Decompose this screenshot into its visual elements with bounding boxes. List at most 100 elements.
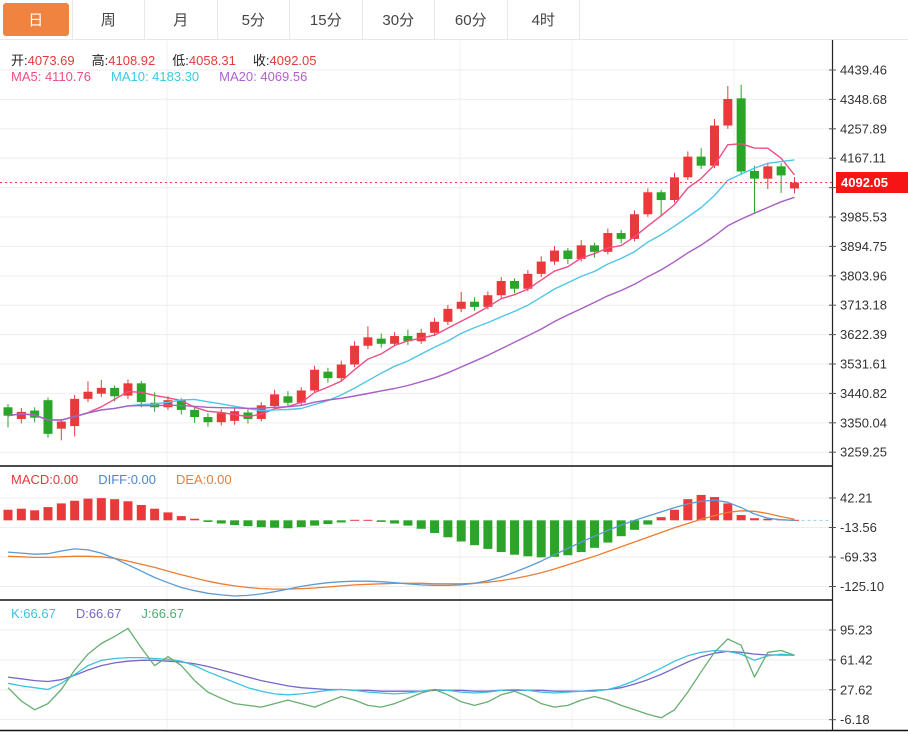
candle xyxy=(17,412,26,419)
candle xyxy=(283,396,292,402)
tab-5min[interactable]: 5分 xyxy=(218,0,291,39)
macd-bar xyxy=(270,520,279,527)
kdj-readout: K:66.67 D:66.67 J:66.67 xyxy=(11,606,204,621)
k-value: K:66.67 xyxy=(11,606,56,621)
macd-bar xyxy=(97,498,106,520)
candle xyxy=(643,192,652,214)
candle xyxy=(657,192,666,200)
candle xyxy=(457,302,466,309)
kdj-axis-label: 61.42 xyxy=(840,652,873,667)
timeframe-tabs: 日 周 月 5分 15分 30分 60分 4时 xyxy=(0,0,908,40)
close-label: 收: xyxy=(253,53,270,68)
macd-bar xyxy=(683,499,692,520)
price-axis-label: 4439.46 xyxy=(840,63,887,78)
macd-bar xyxy=(177,516,186,520)
macd-readout: MACD:0.00DIFF:0.00DEA:0.00 xyxy=(11,472,252,487)
tab-15min[interactable]: 15分 xyxy=(290,0,363,39)
price-axis-label: 4257.89 xyxy=(840,121,887,136)
macd-bar xyxy=(323,520,332,524)
candle xyxy=(97,388,106,394)
candle xyxy=(230,411,239,421)
j-line xyxy=(8,628,795,717)
macd-bar xyxy=(123,501,132,520)
macd-bar xyxy=(670,510,679,521)
macd-bar xyxy=(550,520,559,556)
price-axis-label: 3713.18 xyxy=(840,298,887,313)
macd-bar xyxy=(190,519,199,521)
macd-bar xyxy=(483,520,492,549)
candle xyxy=(190,410,199,417)
macd-bar xyxy=(697,495,706,520)
macd-axis-label: -69.33 xyxy=(840,550,877,565)
candle xyxy=(363,337,372,345)
k-line xyxy=(8,651,795,695)
candle xyxy=(670,177,679,200)
price-axis-label: 3440.82 xyxy=(840,386,887,401)
candle xyxy=(430,322,439,333)
candle xyxy=(777,166,786,175)
ma-readout: MA5: 4110.76MA10: 4183.30MA20: 4069.56 xyxy=(11,69,327,84)
candle xyxy=(737,98,746,171)
macd-bar xyxy=(230,520,239,525)
candle xyxy=(270,394,279,406)
macd-bar xyxy=(523,520,532,556)
candle xyxy=(110,388,119,396)
macd-bar xyxy=(750,518,759,520)
tab-day[interactable]: 日 xyxy=(0,0,73,39)
tab-month[interactable]: 月 xyxy=(145,0,218,39)
price-axis-label: 4167.11 xyxy=(840,151,886,166)
macd-bar xyxy=(297,520,306,527)
macd-bar xyxy=(657,517,666,520)
candle xyxy=(497,281,506,295)
tab-30min[interactable]: 30分 xyxy=(363,0,436,39)
candle xyxy=(763,166,772,178)
price-axis-label: 3803.96 xyxy=(840,268,887,283)
chart-canvas[interactable]: 4439.464348.684257.894167.114076.323985.… xyxy=(0,40,908,732)
macd-bar xyxy=(537,520,546,557)
macd-bar xyxy=(4,510,13,521)
candle xyxy=(750,171,759,179)
open-value: 4073.69 xyxy=(28,53,75,68)
macd-bar xyxy=(43,507,52,520)
macd-bar xyxy=(390,520,399,523)
macd-bar xyxy=(377,520,386,522)
tab-60min-label: 60分 xyxy=(438,3,504,36)
macd-bar xyxy=(217,520,226,523)
tab-60min[interactable]: 60分 xyxy=(435,0,508,39)
macd-bar xyxy=(283,520,292,528)
macd-axis-label: -13.56 xyxy=(840,520,877,535)
macd-bar xyxy=(150,509,159,521)
candle xyxy=(4,407,13,415)
kdj-axis-label: 27.62 xyxy=(840,682,873,697)
candle xyxy=(83,392,92,399)
tab-month-label: 月 xyxy=(148,3,214,36)
candle xyxy=(57,422,66,429)
j-value: J:66.67 xyxy=(141,606,184,621)
macd-bar xyxy=(137,505,146,520)
candle xyxy=(377,339,386,344)
dea-line xyxy=(8,511,795,589)
d-value: D:66.67 xyxy=(76,606,122,621)
ma10-value: MA10: 4183.30 xyxy=(111,69,199,84)
tab-5min-label: 5分 xyxy=(221,3,287,36)
candle xyxy=(550,251,559,262)
ma20-value: MA20: 4069.56 xyxy=(219,69,307,84)
diff-value: DIFF:0.00 xyxy=(98,472,156,487)
macd-bar xyxy=(430,520,439,533)
candle xyxy=(217,413,226,422)
macd-bar xyxy=(590,520,599,548)
tab-4hour[interactable]: 4时 xyxy=(508,0,581,39)
macd-bar xyxy=(337,520,346,522)
macd-bar xyxy=(497,520,506,552)
candle xyxy=(590,245,599,251)
tab-15min-label: 15分 xyxy=(293,3,359,36)
candle xyxy=(337,365,346,379)
macd-bar xyxy=(257,520,266,527)
price-axis-label: 3894.75 xyxy=(840,239,887,254)
macd-bar xyxy=(643,520,652,524)
candle xyxy=(630,214,639,239)
tab-week[interactable]: 周 xyxy=(73,0,146,39)
tab-4hour-label: 4时 xyxy=(511,3,577,36)
macd-bar xyxy=(470,520,479,545)
open-label: 开: xyxy=(11,53,28,68)
